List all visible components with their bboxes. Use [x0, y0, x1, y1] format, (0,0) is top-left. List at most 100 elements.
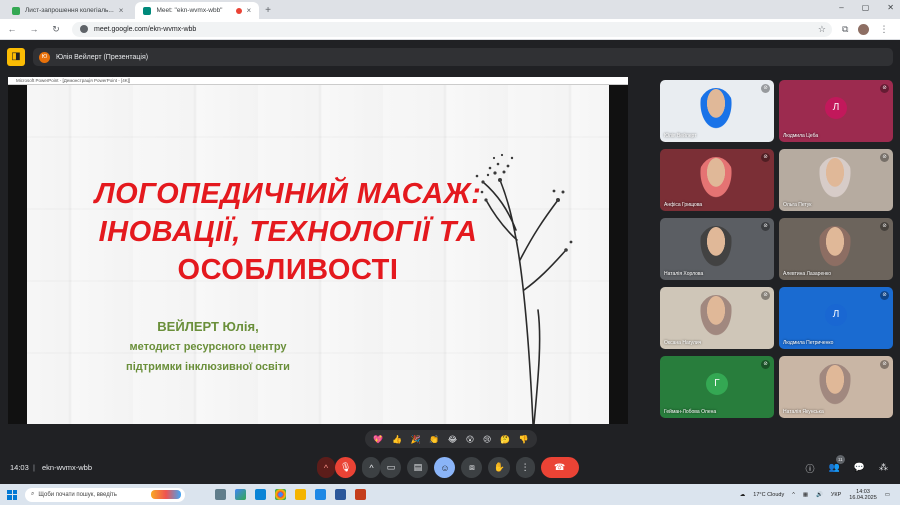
file-explorer-icon[interactable]	[295, 489, 306, 500]
mic-muted-icon: ⊘	[761, 291, 770, 300]
participant-name: Гейман-Лобова Олена	[664, 409, 717, 415]
language-indicator[interactable]: УКР	[831, 492, 841, 498]
activities-icon[interactable]: ⁂	[879, 462, 888, 475]
taskbar-search[interactable]: ⌕ Щоби почати пошук, введіть	[25, 487, 185, 502]
new-tab-button[interactable]: +	[265, 5, 271, 16]
tab-title: Meet: "ekn-wvmx-wbb"	[156, 7, 223, 14]
participant-video	[698, 226, 734, 270]
people-button[interactable]: 👥 11	[829, 455, 845, 475]
maximize-button[interactable]: ▢	[862, 3, 870, 12]
participant-video	[698, 157, 734, 201]
mic-muted-icon: ⊘	[880, 291, 889, 300]
participant-name: Юлія Вейлерт	[664, 133, 697, 139]
more-options-button[interactable]: ⋮	[515, 457, 535, 478]
participant-tile[interactable]: ⊘ Наталія Хорлова	[660, 218, 774, 280]
raise-hand-button[interactable]: ✋	[488, 457, 510, 478]
powerpoint-window-title: Microsoft PowerPoint - [Демонстрація Pow…	[8, 77, 628, 85]
reaction-emoji[interactable]: 😂	[448, 435, 457, 444]
address-bar[interactable]: meet.google.com/ekn-wvmx-wbb ☆	[72, 21, 832, 37]
camera-options-button[interactable]: ^	[362, 457, 381, 478]
profile-avatar[interactable]	[858, 23, 870, 35]
reload-icon[interactable]: ↻	[50, 24, 62, 35]
mic-muted-icon: ⊘	[880, 222, 889, 231]
app-icon[interactable]	[235, 489, 246, 500]
url-text: meet.google.com/ekn-wvmx-wbb	[94, 25, 197, 33]
reaction-emoji[interactable]: 😮	[466, 435, 474, 444]
weather-icon[interactable]: ☁	[740, 492, 746, 498]
author-org: підтримки інклюзивної освіти	[126, 361, 290, 373]
participant-tile[interactable]: ⊘ Анфіса Грищова	[660, 149, 774, 211]
camera-toggle-button[interactable]: ▭	[380, 457, 402, 478]
edge-icon[interactable]	[255, 489, 266, 500]
captions-button[interactable]: ▤	[407, 457, 429, 478]
reaction-emoji[interactable]: 👍	[392, 435, 402, 444]
close-icon[interactable]: ×	[247, 6, 252, 15]
store-icon[interactable]	[315, 489, 326, 500]
participant-name: Людмила Петриченко	[783, 340, 834, 346]
close-icon[interactable]: ×	[119, 6, 124, 15]
participant-tile[interactable]: Л ⊘ Людмила Петриченко	[779, 287, 893, 349]
word-icon[interactable]	[335, 489, 346, 500]
bookmark-star-icon[interactable]: ☆	[818, 24, 826, 35]
reaction-emoji[interactable]: 🎉	[411, 435, 421, 444]
slide: ЛОГОПЕДИЧНИЙ МАСАЖ: ІНОВАЦІЇ, ТЕХНОЛОГІЇ…	[8, 85, 628, 424]
participant-tile[interactable]: Л ⊘ Людмила Цеба	[779, 80, 893, 142]
window-controls: – ▢ ✕	[839, 3, 894, 12]
info-icon[interactable]: ⓘ	[806, 462, 815, 475]
back-icon[interactable]: ←	[6, 24, 18, 34]
participant-avatar: Г	[706, 373, 728, 395]
close-window-button[interactable]: ✕	[887, 3, 894, 12]
windows-start-icon[interactable]	[7, 489, 17, 500]
reaction-emoji[interactable]: 💖	[373, 435, 383, 444]
chevron-up-icon: ^	[323, 462, 329, 473]
present-screen-icon: ⧈	[469, 462, 475, 472]
site-info-icon[interactable]	[80, 25, 88, 33]
extensions-icon[interactable]: ⧉	[842, 24, 848, 35]
call-controls: ^ 🎙 ^ ▭ ▤ ☺ ⧈ ✋ ⋮ ☎	[317, 457, 579, 478]
network-icon[interactable]: ▦	[803, 492, 808, 498]
forward-icon[interactable]: →	[28, 24, 40, 34]
taskbar-clock[interactable]: 14:03 16.04.2025	[849, 489, 877, 501]
search-placeholder: Щоби почати пошук, введіть	[38, 491, 117, 498]
present-button[interactable]: ⧈	[461, 457, 483, 478]
reaction-emoji[interactable]: 👏	[429, 435, 439, 444]
hang-up-icon: ☎	[554, 462, 566, 472]
powerpoint-icon[interactable]	[355, 489, 366, 500]
browser-tab-1[interactable]: Лист-запрошення колегіаль... ×	[4, 2, 131, 19]
reaction-emoji[interactable]: 👎	[519, 435, 529, 444]
emoji-button[interactable]: ☺	[434, 457, 456, 478]
presenter-label: Юлія Вейлерт (Презентація)	[56, 53, 149, 61]
participant-tile[interactable]: ⊘ Оксана Нагулич	[660, 287, 774, 349]
participant-tile[interactable]: Г ⊘ Гейман-Лобова Олена	[660, 356, 774, 418]
chrome-icon[interactable]	[275, 489, 286, 500]
tab-title: Лист-запрошення колегіаль...	[25, 7, 114, 14]
reaction-emoji[interactable]: 😢	[483, 435, 491, 444]
search-highlight-icon	[151, 490, 181, 499]
browser-tab-bar: Лист-запрошення колегіаль... × Meet: "ek…	[0, 0, 900, 19]
mic-options-button[interactable]: ^	[317, 457, 335, 478]
notifications-icon[interactable]: ▭	[885, 492, 890, 498]
participant-tile[interactable]: ⊘ Алевтина Лазаренко	[779, 218, 893, 280]
task-view-icon[interactable]	[215, 489, 226, 500]
mic-muted-icon: ⊘	[880, 84, 889, 93]
slide-title-line-1: ЛОГОПЕДИЧНИЙ МАСАЖ:	[94, 178, 482, 210]
chat-icon[interactable]: 💬	[854, 462, 865, 475]
participant-tile[interactable]: ⊘ Юлія Вейлерт	[660, 80, 774, 142]
captions-icon: ▤	[413, 462, 423, 472]
reaction-emoji[interactable]: 🤔	[500, 435, 510, 444]
mic-toggle-button[interactable]: 🎙	[335, 457, 357, 478]
minimize-button[interactable]: –	[839, 3, 843, 12]
weather-text[interactable]: 17°C Cloudy	[753, 492, 784, 498]
participant-tile[interactable]: ⊘ Ольга Петук	[779, 149, 893, 211]
meet-icon	[143, 6, 152, 15]
volume-icon[interactable]: 🔊	[816, 492, 823, 498]
browser-tab-2[interactable]: Meet: "ekn-wvmx-wbb" ×	[135, 2, 260, 19]
participant-video	[817, 157, 853, 201]
tray-overflow-icon[interactable]: ^	[792, 492, 795, 498]
leave-call-button[interactable]: ☎	[540, 457, 579, 478]
menu-kebab-icon[interactable]: ⋮	[879, 24, 888, 35]
participant-tile[interactable]: ⊘ Наталія Якунська	[779, 356, 893, 418]
presentation-chip[interactable]: Ю Юлія Вейлерт (Презентація)	[33, 48, 893, 66]
meet-bottom-bar: 14:03 | ekn-wvmx-wbb ^ 🎙 ^ ▭ ▤ ☺ ⧈ ✋ ⋮ ☎…	[0, 452, 900, 484]
slide-author: ВЕЙЛЕРТ Юлія, методист ресурсного центру…	[68, 317, 348, 377]
